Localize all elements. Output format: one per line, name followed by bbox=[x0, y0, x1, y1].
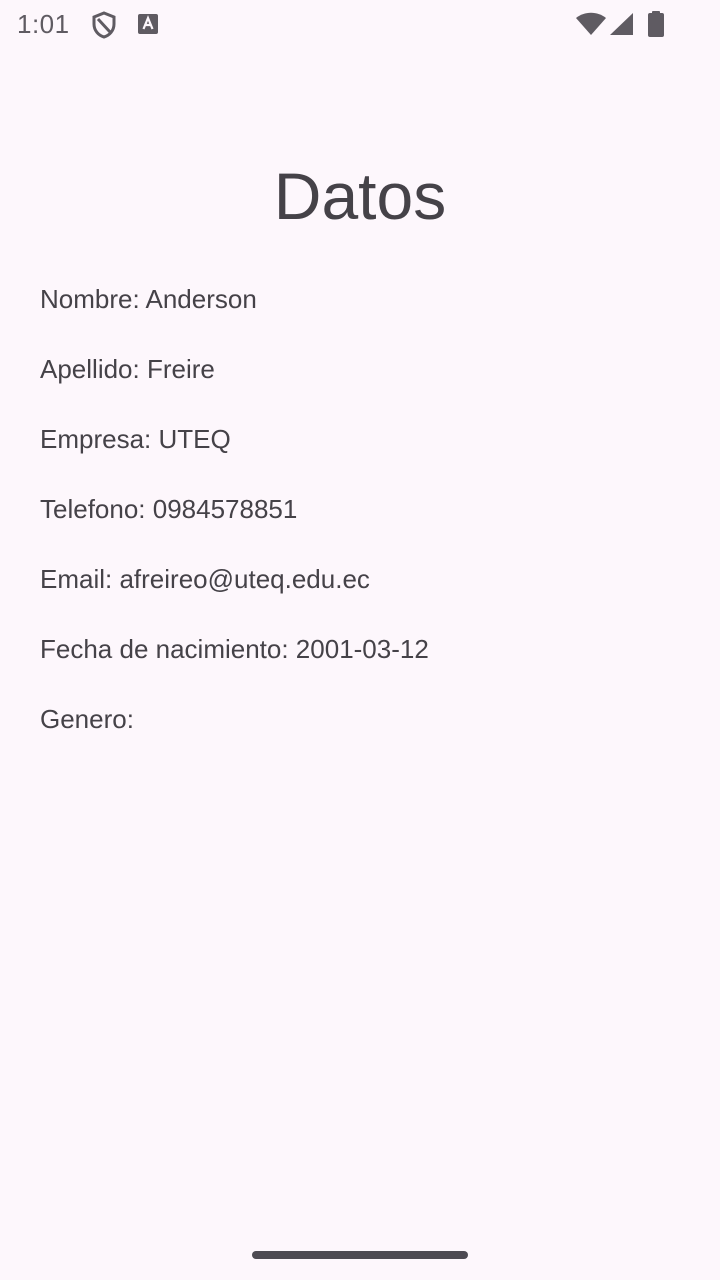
page-title: Datos bbox=[273, 159, 447, 233]
field-empresa: Empresa: UTEQ bbox=[40, 424, 231, 454]
wifi-icon bbox=[575, 12, 607, 41]
field-genero: Genero: bbox=[40, 704, 134, 734]
field-telefono: Telefono: 0984578851 bbox=[40, 494, 298, 524]
field-apellido: Apellido: Freire bbox=[40, 354, 215, 384]
signal-icon bbox=[608, 12, 634, 41]
text-a-icon bbox=[137, 13, 159, 40]
field-email: Email: afreireo@uteq.edu.ec bbox=[40, 564, 370, 594]
field-fecha-nacimiento: Fecha de nacimiento: 2001-03-12 bbox=[40, 634, 429, 664]
battery-icon bbox=[647, 10, 665, 43]
field-nombre: Nombre: Anderson bbox=[40, 284, 257, 314]
status-time: 1:01 bbox=[17, 9, 70, 39]
shield-icon bbox=[91, 11, 117, 44]
status-bar: 1:01 bbox=[0, 0, 720, 50]
home-indicator[interactable] bbox=[252, 1251, 468, 1259]
